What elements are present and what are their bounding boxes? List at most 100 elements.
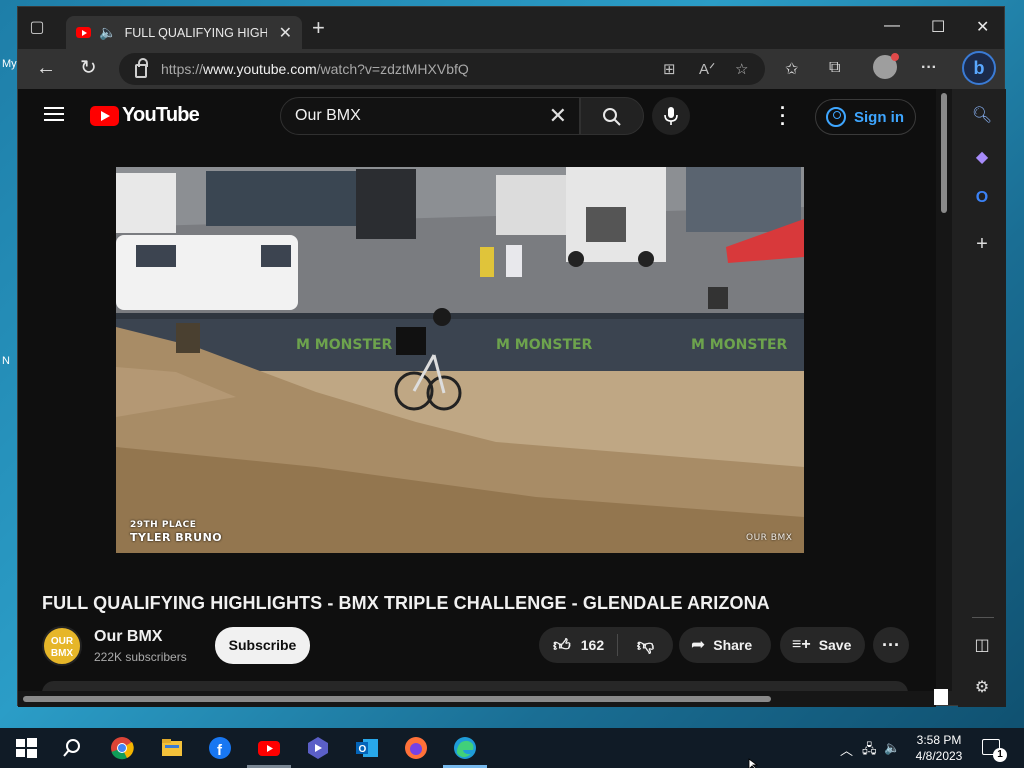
subscriber-count: 222K subscribers	[94, 650, 187, 664]
profile-avatar[interactable]	[873, 53, 899, 79]
chrome-icon[interactable]	[110, 736, 134, 760]
search-icon[interactable]: 🔍︎	[958, 105, 1006, 125]
video-watermark: OUR BMX	[746, 533, 793, 543]
desktop-icon-label: My	[2, 58, 17, 70]
save-label: Save	[818, 637, 852, 653]
outlook-icon[interactable]: O	[355, 736, 379, 760]
scroll-thumb[interactable]	[23, 696, 771, 702]
search-query[interactable]: Our BMX	[295, 107, 549, 125]
facebook-icon[interactable]: f	[208, 736, 232, 760]
volume-icon[interactable]: 🔈	[884, 740, 900, 756]
url-text: https://www.youtube.com/watch?v=zdztMHXV…	[161, 61, 469, 77]
file-explorer-icon[interactable]	[160, 736, 184, 760]
microphone-icon	[664, 106, 678, 125]
tab-actions-icon[interactable]: ▢	[28, 19, 46, 37]
subscribe-button[interactable]: Subscribe	[215, 627, 310, 664]
address-bar[interactable]: https://www.youtube.com/watch?v=zdztMHXV…	[119, 53, 765, 85]
search-icon[interactable]	[60, 736, 84, 760]
mouse-cursor-icon	[748, 758, 759, 768]
add-to-playlist-icon: ≡+	[792, 636, 811, 653]
video-overlay-rider: TYLER BRUNO	[130, 531, 223, 544]
firefox-icon[interactable]	[404, 736, 428, 760]
browser-tab[interactable]: 🔈 FULL QUALIFYING HIGHLIGHTS - BMX TRIPL…	[66, 16, 302, 49]
channel-avatar[interactable]: OUR BMX	[42, 626, 82, 666]
save-button[interactable]: ≡+ Save	[780, 627, 865, 663]
back-icon[interactable]: ←	[36, 58, 56, 78]
sign-in-button[interactable]: Sign in	[815, 99, 916, 135]
speaker-icon[interactable]: 🔈	[99, 24, 116, 41]
add-icon[interactable]: +	[958, 233, 1006, 256]
settings-menu-icon[interactable]: · · ·	[778, 99, 788, 133]
like-count: 162	[580, 637, 605, 653]
youtube-header: YouTube Our BMX ✕ · · · Sign in	[18, 89, 936, 143]
more-actions-button[interactable]: ···	[873, 627, 909, 663]
app-icon[interactable]	[306, 736, 330, 760]
outlook-icon[interactable]: O	[958, 189, 1006, 207]
search-input[interactable]: Our BMX ✕	[280, 97, 580, 135]
like-button[interactable]: 👍︎ 162	[539, 635, 617, 656]
desktop-icon-label: N	[2, 355, 10, 367]
youtube-icon[interactable]	[257, 736, 281, 760]
like-dislike-group: 👍︎ 162 👎︎	[539, 627, 673, 663]
show-hidden-icons[interactable]: ︿	[840, 740, 853, 759]
video-title: FULL QUALIFYING HIGHLIGHTS - BMX TRIPLE …	[42, 593, 770, 613]
more-icon: ···	[882, 634, 900, 655]
clock-date: 4/8/2023	[915, 749, 963, 763]
youtube-favicon-icon	[76, 27, 92, 38]
settings-icon[interactable]: ⚙	[958, 677, 1006, 697]
lock-icon[interactable]	[135, 58, 148, 78]
taskbar: f O ︿ 🖧 🔈 3:58 PM 4/8/2023 1	[0, 728, 1024, 768]
channel-name[interactable]: Our BMX	[94, 628, 162, 646]
dislike-button[interactable]: 👎︎	[618, 635, 673, 656]
thumbs-up-icon: 👍︎	[553, 635, 571, 655]
bing-chat-icon[interactable]: b	[962, 51, 996, 85]
close-window-icon[interactable]: ✕	[976, 17, 989, 37]
scroll-thumb[interactable]	[941, 93, 947, 213]
edge-sidebar: 🔍︎ ◆ O + ◫ ⚙	[958, 89, 1006, 707]
clock[interactable]: 3:58 PM 4/8/2023	[904, 732, 974, 764]
vertical-scrollbar[interactable]	[936, 89, 952, 691]
new-tab-icon[interactable]: +	[312, 17, 325, 39]
more-menu-icon[interactable]: ···	[921, 59, 937, 77]
network-icon[interactable]: 🖧	[862, 740, 877, 762]
title-bar: ▢ 🔈 FULL QUALIFYING HIGHLIGHTS - BMX TRI…	[18, 7, 1004, 49]
account-icon	[826, 107, 846, 127]
divider	[972, 617, 994, 618]
youtube-logo-text[interactable]: YouTube	[122, 104, 200, 127]
favorites-icon[interactable]: ✩	[785, 59, 798, 79]
notification-badge: 1	[993, 748, 1007, 762]
svg-text:O: O	[359, 744, 367, 755]
read-aloud-icon[interactable]: Aᐟ	[699, 60, 715, 78]
thumbs-down-icon: 👎︎	[636, 635, 655, 655]
browser-window: ▢ 🔈 FULL QUALIFYING HIGHLIGHTS - BMX TRI…	[17, 6, 1006, 707]
split-screen-icon[interactable]: ◫	[958, 635, 1006, 655]
video-player[interactable]: M MONSTER M MONSTER M MONSTER 29TH PLACE	[116, 167, 804, 553]
video-overlay-rank: 29TH PLACE	[130, 520, 197, 530]
share-button[interactable]: ➦ Share	[679, 627, 771, 663]
sign-in-label: Sign in	[854, 108, 904, 126]
horizontal-scrollbar[interactable]	[18, 691, 936, 707]
windows-start-icon[interactable]	[14, 736, 38, 760]
toolbar: ← ↻ https://www.youtube.com/watch?v=zdzt…	[18, 49, 1004, 89]
share-icon: ➦	[691, 635, 706, 654]
svg-text:M MONSTER: M MONSTER	[691, 337, 788, 353]
copilot-icon[interactable]: ◆	[958, 147, 1006, 167]
refresh-icon[interactable]: ↻	[80, 58, 97, 78]
close-tab-icon[interactable]: ✕	[279, 23, 292, 43]
app-available-icon[interactable]: ⊞	[663, 60, 676, 78]
add-favorite-icon[interactable]: ☆	[735, 60, 748, 78]
voice-search-button[interactable]	[652, 97, 690, 135]
share-label: Share	[713, 637, 753, 653]
scrollbar-corner	[934, 689, 948, 705]
tab-title: FULL QUALIFYING HIGHLIGHTS - BMX TRIPLE …	[124, 25, 267, 40]
page-content: YouTube Our BMX ✕ · · · Sign in M MONSTE…	[18, 89, 936, 707]
youtube-logo-icon[interactable]	[90, 106, 119, 126]
clear-search-icon[interactable]: ✕	[549, 103, 567, 129]
search-button[interactable]	[580, 97, 644, 135]
collections-icon[interactable]: ⧉	[829, 59, 840, 77]
maximize-icon[interactable]: ☐	[931, 17, 945, 37]
clock-time: 3:58 PM	[916, 733, 962, 747]
minimize-icon[interactable]: —	[884, 17, 900, 35]
edge-icon[interactable]	[453, 736, 477, 760]
menu-icon[interactable]	[44, 107, 64, 121]
